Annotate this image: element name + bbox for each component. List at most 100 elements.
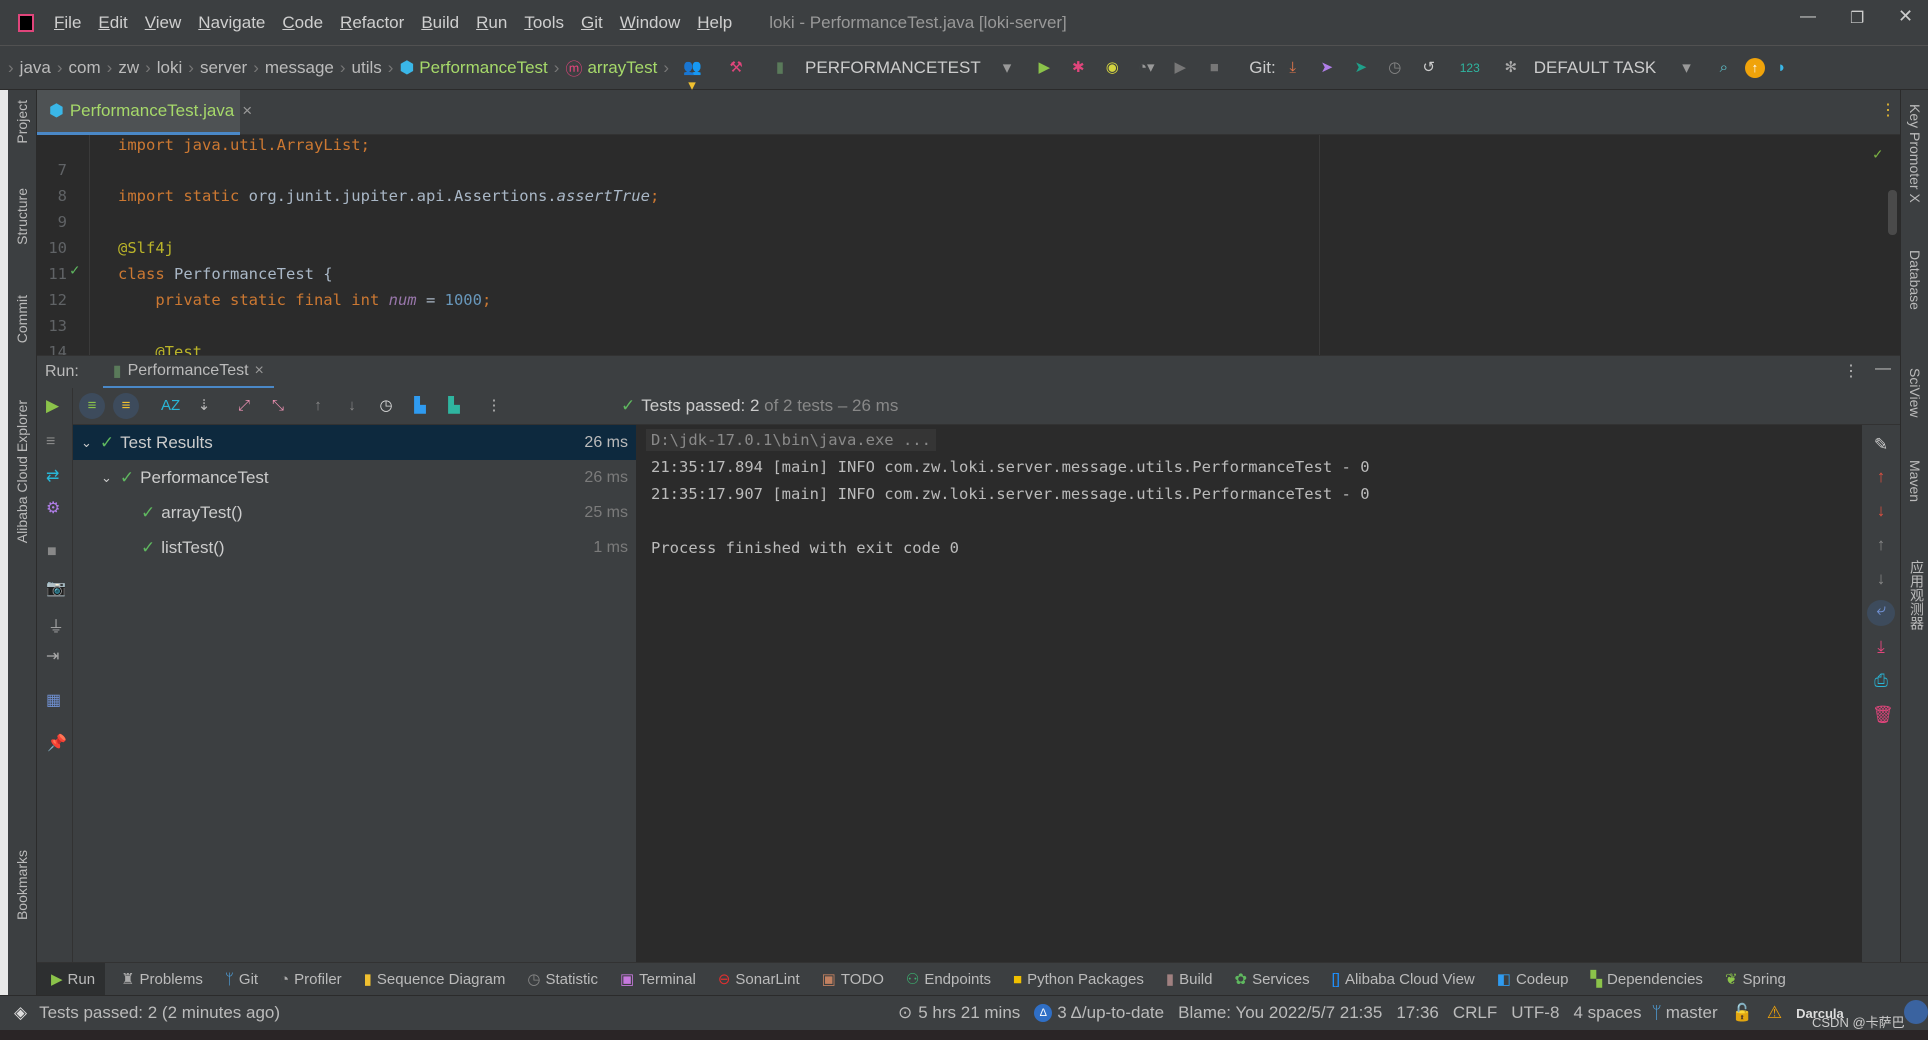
tool-window-python-packages[interactable]: ■ Python Packages <box>1013 971 1144 988</box>
close-tab-icon[interactable]: × <box>255 362 264 380</box>
scroll-to-end-icon[interactable]: ⤓ <box>1872 637 1890 657</box>
git-update-icon[interactable]: ⤓ <box>1284 59 1302 77</box>
notification-icon[interactable]: ⚠ <box>1767 1003 1782 1023</box>
run-tab[interactable]: ▮ PerformanceTest × <box>102 356 274 389</box>
editor-tab[interactable]: ⬢ PerformanceTest.java × <box>37 90 252 135</box>
status-vcs[interactable]: 3 Δ/up-to-date <box>1057 1003 1164 1023</box>
print-icon[interactable]: ⎙ <box>1872 671 1890 691</box>
more-options-icon[interactable]: ⋮ <box>485 397 503 415</box>
git-push-icon[interactable]: ➤ <box>1352 59 1370 77</box>
run-config-select[interactable]: PERFORMANCETEST <box>805 58 981 78</box>
tool-window-run[interactable]: ▶ Run <box>37 962 106 996</box>
test-tree-item[interactable]: ⌄ ✓ Test Results 26 ms <box>73 425 636 460</box>
tool-window-alibaba-cloud-view[interactable]: [] Alibaba Cloud View <box>1332 971 1475 988</box>
toolbox-icon[interactable]: ◗ <box>1773 59 1791 77</box>
camera-icon[interactable]: 📷 <box>46 578 66 598</box>
status-message[interactable]: Tests passed: 2 (2 minutes ago) <box>39 1003 280 1023</box>
tool-structure[interactable]: Structure <box>14 188 30 245</box>
expand-all-icon[interactable]: ⤢ <box>235 397 253 415</box>
tool-key-promoter-x[interactable]: Key Promoter X <box>1907 104 1923 203</box>
status-blame[interactable]: Blame: You 2022/5/7 21:35 <box>1178 1003 1382 1023</box>
run-test-gutter-icon[interactable]: ✓ <box>70 261 79 279</box>
next-occurrence-icon[interactable]: ↓ <box>1872 501 1890 521</box>
plugin-icon[interactable]: ⏚ <box>48 613 64 637</box>
tool-commit[interactable]: Commit <box>14 295 30 343</box>
breadcrumb-item[interactable]: arrayTest <box>587 58 657 78</box>
close-tab-icon[interactable]: × <box>242 101 252 121</box>
lock-icon[interactable]: 🔓 <box>1732 1003 1753 1023</box>
test-history-icon[interactable]: ◷ <box>377 397 395 415</box>
debug-icon[interactable]: ✱ <box>1069 59 1087 77</box>
menu-window[interactable]: Window <box>620 13 680 33</box>
menu-help[interactable]: Help <box>697 13 732 33</box>
breadcrumb-item[interactable]: message <box>265 58 334 78</box>
import-tests-icon[interactable]: ▙ <box>411 397 429 415</box>
layout-icon[interactable]: ▦ <box>46 690 61 710</box>
export-tests-icon[interactable]: ▙ <box>445 397 463 415</box>
collapse-all-icon[interactable]: ⤡ <box>269 397 287 415</box>
sort-alpha-icon[interactable]: AZ <box>161 397 180 415</box>
chevron-down-icon[interactable]: ⌄ <box>81 435 92 451</box>
tool-app-observer[interactable]: 应用观测器 <box>1907 560 1927 630</box>
tool-window-sonarlint[interactable]: ⊖ SonarLint <box>718 970 800 989</box>
tool-window-dependencies[interactable]: ▚ Dependencies <box>1590 970 1702 989</box>
delete-icon[interactable]: 🗑 <box>1872 705 1894 725</box>
show-ignored-icon[interactable]: ≡ <box>113 393 139 419</box>
coverage-icon[interactable]: ◉ <box>1103 59 1121 77</box>
tool-window-services[interactable]: ✿ Services <box>1234 970 1309 989</box>
stop-icon[interactable]: ■ <box>47 543 57 561</box>
test-tree-item[interactable]: ✓ arrayTest() 25 ms <box>73 495 636 530</box>
up-stack-icon[interactable]: ↑ <box>1872 535 1890 555</box>
status-branch[interactable]: master <box>1666 1003 1718 1023</box>
restore-button[interactable]: ❐ <box>1850 8 1864 28</box>
status-line-separator[interactable]: CRLF <box>1453 1003 1497 1023</box>
run-disabled-icon[interactable]: ▶ <box>1171 59 1189 77</box>
menu-run[interactable]: Run <box>476 13 507 33</box>
down-stack-icon[interactable]: ↓ <box>1872 569 1890 589</box>
tool-window-terminal[interactable]: ▣ Terminal <box>620 970 696 989</box>
sort-duration-icon[interactable]: ⇣ <box>195 397 213 415</box>
status-indent[interactable]: 4 spaces <box>1573 1003 1641 1023</box>
breadcrumb-item[interactable]: server <box>200 58 247 78</box>
hide-panel-icon[interactable]: — <box>1875 360 1891 378</box>
build-hammer-icon[interactable]: ⚒ <box>727 59 745 77</box>
search-icon[interactable]: ⌕ <box>1715 59 1733 77</box>
breadcrumb-item[interactable]: java <box>20 58 51 78</box>
rerun-failed-icon[interactable]: ≡ <box>46 433 55 451</box>
tool-window-build[interactable]: ▮ Build <box>1166 970 1213 989</box>
rerun-icon[interactable]: ▶ <box>46 396 59 416</box>
status-timer[interactable]: 5 hrs 21 mins <box>918 1003 1020 1023</box>
more-options-icon[interactable]: ⋮ <box>1843 361 1859 381</box>
show-passed-icon[interactable]: ≡ <box>79 393 105 419</box>
breadcrumb-item[interactable]: loki <box>157 58 183 78</box>
tool-window-endpoints[interactable]: ⚇ Endpoints <box>906 970 991 989</box>
toggle-auto-test-icon[interactable]: ⇄ <box>46 466 59 486</box>
console-output[interactable]: D:\jdk-17.0.1\bin\java.exe ... 21:35:17.8… <box>636 425 1862 962</box>
breadcrumb-item[interactable]: com <box>69 58 101 78</box>
menu-build[interactable]: Build <box>421 13 459 33</box>
test-tree-item[interactable]: ⌄ ✓ PerformanceTest 26 ms <box>73 460 636 495</box>
chevron-down-icon[interactable]: ⌄ <box>101 470 112 486</box>
tool-project[interactable]: Project <box>14 100 30 144</box>
breadcrumb-item[interactable]: utils <box>352 58 382 78</box>
tool-window-spring[interactable]: ❦ Spring <box>1725 970 1786 989</box>
previous-icon[interactable]: ↑ <box>309 397 327 415</box>
menu-tools[interactable]: Tools <box>524 13 564 33</box>
tool-database[interactable]: Database <box>1907 250 1923 310</box>
minimize-button[interactable]: — <box>1800 8 1816 26</box>
tool-bookmarks[interactable]: Bookmarks <box>14 850 30 920</box>
counter-icon[interactable]: 123 <box>1460 61 1480 75</box>
code-editor[interactable]: import java.util.ArrayList; 7 8 import sta… <box>37 135 1900 355</box>
menu-code[interactable]: Code <box>282 13 323 33</box>
git-commit-icon[interactable]: ➤ <box>1318 59 1336 77</box>
breadcrumb-item[interactable]: PerformanceTest <box>419 58 548 78</box>
menu-view[interactable]: View <box>145 13 182 33</box>
menu-edit[interactable]: Edit <box>98 13 127 33</box>
status-position[interactable]: 17:36 <box>1396 1003 1439 1023</box>
more-options-icon[interactable]: ⋮ <box>1880 100 1896 120</box>
chevron-down-icon[interactable]: ▾ <box>1003 58 1012 78</box>
stop-icon[interactable]: ■ <box>1205 59 1223 77</box>
tool-sciview[interactable]: SciView <box>1907 368 1923 418</box>
settings-gear-icon[interactable]: ⚙ <box>46 498 60 518</box>
tool-window-statistic[interactable]: ◷ Statistic <box>527 970 598 989</box>
